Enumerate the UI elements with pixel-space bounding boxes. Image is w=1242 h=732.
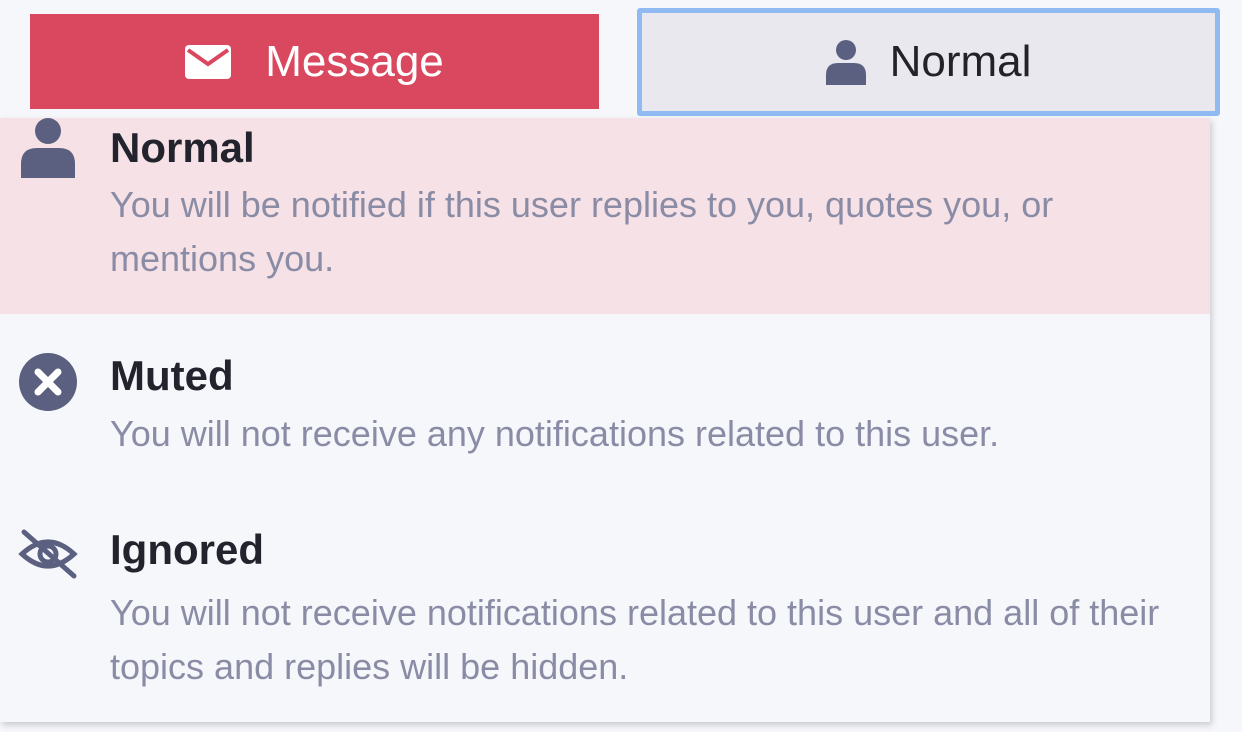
times-circle-icon — [18, 352, 78, 412]
menu-option-normal[interactable]: Normal You will be notified if this user… — [0, 118, 1210, 314]
menu-option-ignored-title: Ignored — [110, 526, 264, 573]
menu-option-muted-title: Muted — [110, 352, 234, 399]
notification-level-button[interactable]: Normal — [637, 8, 1220, 116]
page: Message Normal Normal You will be notifi… — [0, 0, 1242, 732]
message-button[interactable]: Message — [30, 14, 599, 109]
envelope-icon — [185, 44, 232, 79]
eye-slash-icon — [18, 524, 78, 584]
menu-option-muted[interactable]: Muted You will not receive any notificat… — [0, 314, 1210, 504]
menu-option-ignored[interactable]: Ignored You will not receive notificatio… — [0, 504, 1210, 722]
message-button-label: Message — [265, 36, 444, 86]
menu-option-muted-description: You will not receive any notifications r… — [110, 413, 1000, 454]
notification-level-button-label: Normal — [889, 37, 1032, 86]
menu-option-ignored-description: You will not receive notifications relat… — [110, 592, 1160, 687]
user-icon — [825, 39, 866, 85]
menu-option-normal-description: You will be notified if this user replie… — [110, 184, 1054, 279]
notification-level-menu: Normal You will be notified if this user… — [0, 118, 1210, 722]
user-icon — [18, 118, 78, 178]
menu-option-normal-title: Normal — [110, 124, 255, 171]
